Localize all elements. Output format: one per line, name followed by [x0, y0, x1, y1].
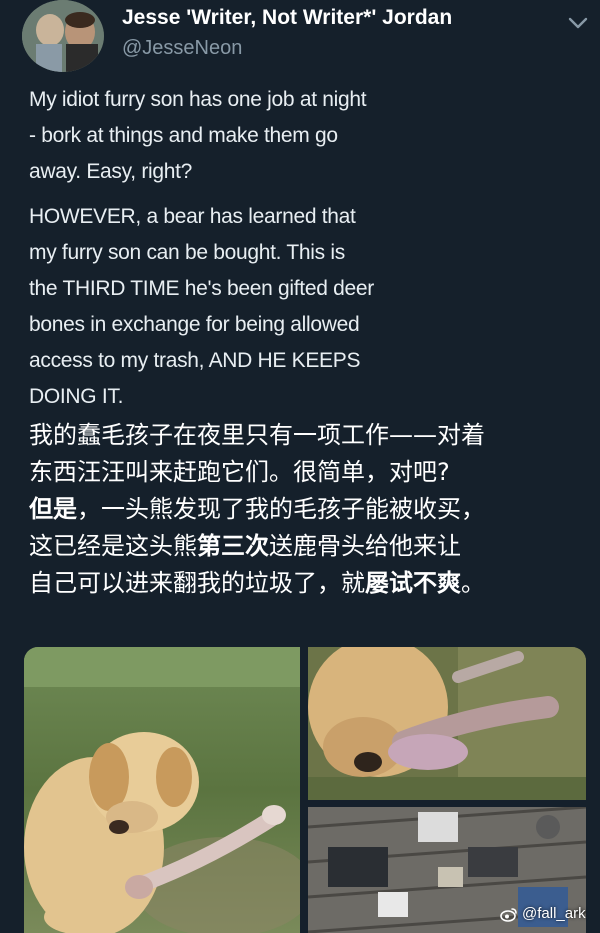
text-line: bones in exchange for being allowed — [29, 313, 360, 336]
text-segment: 这已经是这头熊 — [29, 532, 197, 560]
text-line: access to my trash, AND HE KEEPS — [29, 349, 361, 372]
emphasis-text: 屡试不爽 — [365, 569, 461, 597]
text-segment: 自己可以进来翻我的垃圾了，就 — [29, 569, 365, 597]
author-handle[interactable]: @JesseNeon — [122, 37, 242, 60]
tweet-paragraph-2: HOWEVER, a bear has learned that my furr… — [29, 199, 449, 415]
text-line: HOWEVER, a bear has learned that — [29, 205, 356, 228]
text-line: 但是，一头熊发现了我的毛孩子能被收买， — [29, 491, 589, 528]
text-segment: 送鹿骨头给他来让 — [269, 532, 461, 560]
dog-chewing-bone-image — [308, 647, 586, 800]
weibo-icon — [500, 907, 517, 922]
text-line: DOING IT. — [29, 385, 124, 408]
tweet-paragraph-1: My idiot furry son has one job at night … — [29, 82, 449, 190]
watermark-text: @fall_ark — [522, 905, 586, 922]
text-line: - bork at things and make them go — [29, 124, 338, 147]
text-line: 我的蠢毛孩子在夜里只有一项工作——对着 — [29, 421, 485, 449]
photo-dog-chewing-bone[interactable] — [308, 647, 586, 800]
text-line: 自己可以进来翻我的垃圾了，就屡试不爽。 — [29, 565, 589, 602]
dog-with-bone-image — [24, 647, 300, 933]
text-line: my furry son can be bought. This is — [29, 241, 345, 264]
photo-dog-with-bone[interactable] — [24, 647, 300, 933]
author-display-name[interactable]: Jesse 'Writer, Not Writer*' Jordan — [122, 6, 452, 30]
text-line: 东西汪汪叫来赶跑它们。很简单，对吧? — [29, 458, 450, 486]
text-line: 这已经是这头熊第三次送鹿骨头给他来让 — [29, 528, 589, 565]
tweet-header: Jesse 'Writer, Not Writer*' Jordan @Jess… — [0, 0, 600, 80]
tweet-text-english: My idiot furry son has one job at night … — [29, 82, 449, 424]
text-line: My idiot furry son has one job at night — [29, 88, 367, 111]
text-line: away. Easy, right? — [29, 160, 193, 183]
avatar-photo — [22, 0, 104, 72]
tweet-text-chinese-translation: 我的蠢毛孩子在夜里只有一项工作——对着 东西汪汪叫来赶跑它们。很简单，对吧? 但… — [29, 417, 589, 602]
emphasis-text: 第三次 — [197, 532, 269, 560]
text-segment: ，一头熊发现了我的毛孩子能被收买， — [77, 495, 485, 523]
tweet-photo-grid — [24, 647, 586, 933]
weibo-watermark: @fall_ark — [500, 905, 586, 922]
chevron-down-icon[interactable] — [565, 10, 591, 36]
avatar[interactable] — [22, 0, 104, 72]
text-line: the THIRD TIME he's been gifted deer — [29, 277, 374, 300]
emphasis-text: 但是 — [29, 495, 77, 523]
text-segment: 。 — [461, 569, 485, 597]
